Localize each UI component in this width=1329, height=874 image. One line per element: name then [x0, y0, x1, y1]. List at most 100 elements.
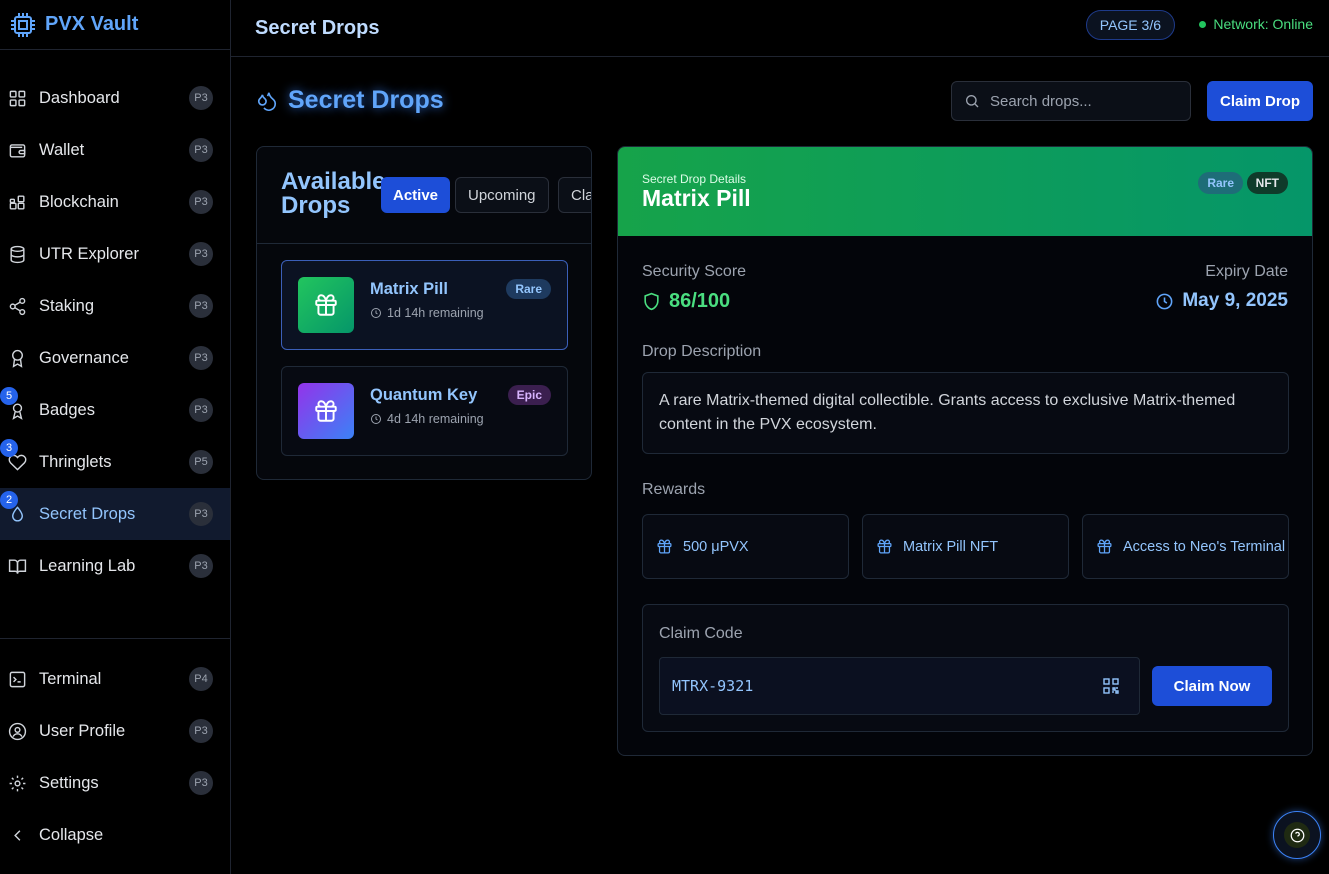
user-icon [8, 722, 27, 741]
expiry-date: May 9, 2025 [1155, 290, 1288, 312]
notification-count: 5 [0, 387, 18, 405]
sidebar-item-terminal[interactable]: Terminal P4 [0, 653, 230, 705]
search-input[interactable] [990, 92, 1180, 110]
sidebar-item-label: Dashboard [39, 88, 120, 107]
reward-item: Matrix Pill NFT [862, 514, 1069, 579]
help-button[interactable] [1273, 811, 1321, 859]
blocks-icon [8, 193, 27, 212]
claim-code-field[interactable]: MTRX-9321 [659, 657, 1140, 715]
sidebar-item-user-profile[interactable]: User Profile P3 [0, 705, 230, 757]
gift-icon [315, 400, 337, 422]
security-score-value: 86/100 [669, 290, 731, 312]
search-box[interactable] [951, 81, 1191, 121]
share-icon [8, 297, 27, 316]
type-chip: NFT [1246, 172, 1288, 194]
wallet-icon [8, 141, 27, 160]
page-pill: P3 [189, 719, 213, 743]
sidebar-item-label: Terminal [39, 669, 102, 688]
sidebar-item-label: User Profile [39, 721, 126, 740]
page-pill: P3 [189, 190, 213, 214]
sidebar-nav: Dashboard P3 Wallet P3 Blockchain P3 UTR… [0, 72, 230, 592]
sidebar-item-label: Wallet [39, 140, 85, 159]
sidebar-item-label: Learning Lab [39, 556, 136, 575]
rarity-badge: Epic [507, 385, 551, 405]
page-pill: P3 [189, 294, 213, 318]
page-pill: P3 [189, 138, 213, 162]
app-title: PVX Vault [45, 13, 139, 35]
page-pill: P3 [189, 86, 213, 110]
tab-active[interactable]: Active [381, 177, 451, 213]
sidebar-item-blockchain[interactable]: Blockchain P3 [0, 176, 230, 228]
detail-header: Secret Drop Details Matrix Pill Rare NFT [618, 147, 1312, 236]
sidebar-item-label: Governance [39, 348, 129, 367]
top-bar: Secret Drops PAGE 3/6 Network: Online [231, 0, 1329, 57]
sidebar-item-staking[interactable]: Staking P3 [0, 280, 230, 332]
qr-code-icon[interactable] [1103, 678, 1119, 694]
clock-icon [371, 308, 381, 318]
status-dot-icon [1199, 20, 1207, 28]
tab-claimed[interactable]: Claimed [558, 177, 591, 213]
collapse-label: Collapse [39, 825, 104, 844]
security-score-label: Security Score [642, 263, 747, 280]
expiry-date-value: May 9, 2025 [1182, 290, 1288, 311]
section-title: Secret Drops [288, 86, 444, 114]
sidebar-item-settings[interactable]: Settings P3 [0, 757, 230, 809]
gift-icon [315, 294, 337, 316]
claim-code-label: Claim Code [659, 625, 743, 642]
grid-icon [8, 89, 27, 108]
sidebar-item-utr-explorer[interactable]: UTR Explorer P3 [0, 228, 230, 280]
reward-item: Access to Neo's Terminal [1082, 514, 1289, 579]
page-title: Secret Drops [255, 16, 380, 39]
rarity-badge: Rare [506, 279, 551, 299]
gift-icon [877, 539, 892, 554]
tab-upcoming[interactable]: Upcoming [455, 177, 549, 213]
sidebar-item-label: Badges [39, 400, 95, 419]
sidebar-item-dashboard[interactable]: Dashboard P3 [0, 72, 230, 124]
sidebar-divider [0, 638, 230, 639]
help-inner [1284, 822, 1310, 848]
drop-card-quantum-key[interactable]: Quantum Key 4d 14h remaining Epic [281, 366, 568, 456]
section-heading: Secret Drops [256, 86, 444, 115]
drop-name: Quantum Key [370, 386, 478, 404]
page-pill: P3 [189, 398, 213, 422]
sidebar-item-wallet[interactable]: Wallet P3 [0, 124, 230, 176]
notification-count: 2 [0, 491, 18, 509]
sidebar-item-secret-drops[interactable]: 2 Secret Drops P3 [0, 488, 230, 540]
sidebar-item-learning-lab[interactable]: Learning Lab P3 [0, 540, 230, 592]
page-pill: P3 [189, 771, 213, 795]
brand[interactable]: PVX Vault [0, 0, 230, 50]
reward-label: Matrix Pill NFT [903, 538, 999, 555]
drop-card-matrix-pill[interactable]: Matrix Pill 1d 14h remaining Rare [281, 260, 568, 350]
notification-count: 3 [0, 439, 18, 457]
page-pill: P3 [189, 242, 213, 266]
page-pill: P3 [189, 346, 213, 370]
collapse-button[interactable]: Collapse [0, 809, 230, 861]
sidebar-item-label: UTR Explorer [39, 244, 139, 263]
drop-name: Matrix Pill [370, 280, 448, 298]
droplets-icon [257, 92, 277, 111]
sidebar-item-label: Settings [39, 773, 99, 792]
page-pill: P5 [189, 450, 213, 474]
drop-time: 4d 14h remaining [370, 412, 484, 426]
available-drops-panel: Available Drops Active Upcoming Claimed … [256, 146, 592, 480]
search-icon [966, 95, 979, 108]
sidebar-item-badges[interactable]: 5 Badges P3 [0, 384, 230, 436]
shield-icon [644, 292, 659, 311]
sidebar-item-label: Secret Drops [39, 504, 136, 523]
claim-code-value: MTRX-9321 [672, 677, 754, 695]
rarity-chip: Rare [1198, 172, 1243, 194]
sidebar-item-governance[interactable]: Governance P3 [0, 332, 230, 384]
terminal-icon [8, 670, 27, 689]
description-label: Drop Description [642, 343, 762, 360]
gift-icon [657, 539, 672, 554]
book-icon [8, 557, 27, 576]
drop-thumbnail [298, 383, 354, 439]
sidebar-item-label: Blockchain [39, 192, 119, 211]
drop-time-label: 4d 14h remaining [387, 412, 484, 426]
drop-thumbnail [298, 277, 354, 333]
sidebar-item-thringlets[interactable]: 3 Thringlets P5 [0, 436, 230, 488]
claim-drop-button[interactable]: Claim Drop [1207, 81, 1313, 121]
drop-time-label: 1d 14h remaining [387, 306, 484, 320]
claim-now-button[interactable]: Claim Now [1152, 666, 1272, 706]
clock-icon [1156, 293, 1173, 309]
